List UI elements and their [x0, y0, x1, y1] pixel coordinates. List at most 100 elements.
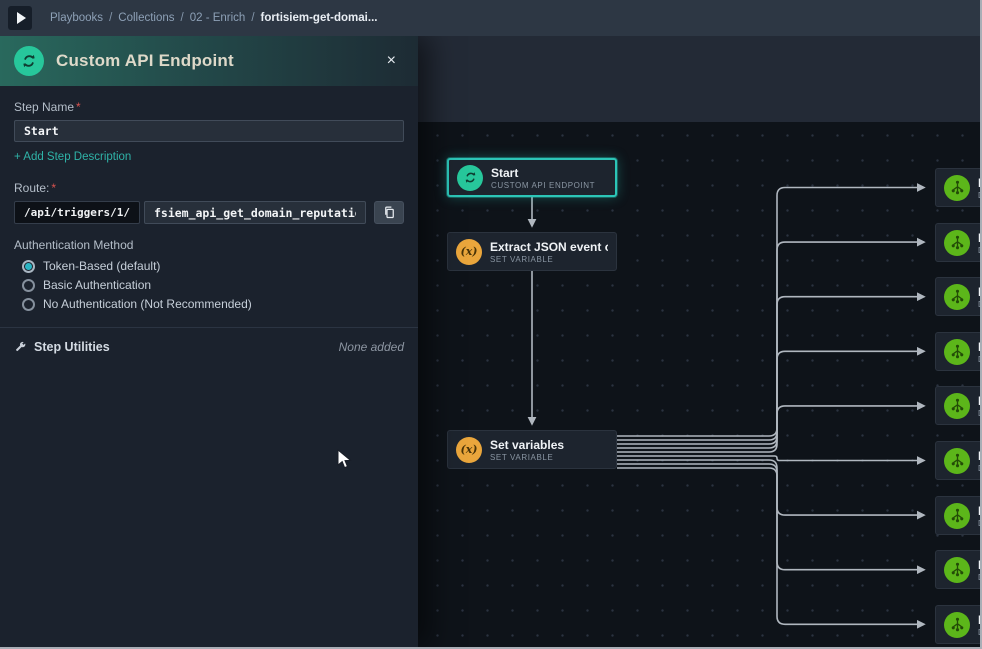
node-title: If	[978, 558, 980, 573]
topbar: Playbooks / Collections / 02 - Enrich / …	[0, 0, 980, 36]
decision-icon	[944, 339, 970, 365]
decision-node[interactable]: IfDECISION	[935, 277, 980, 316]
set-variable-icon: (x)	[456, 239, 482, 265]
play-icon	[17, 12, 26, 24]
node-text: IfDECISION	[978, 613, 980, 637]
route-input[interactable]	[144, 201, 366, 224]
breadcrumb-item-playbooks[interactable]: Playbooks	[50, 12, 103, 24]
decision-icon	[944, 393, 970, 419]
breadcrumb-separator: /	[181, 12, 184, 24]
panel-title: Custom API Endpoint	[56, 51, 379, 71]
api-endpoint-icon	[457, 165, 483, 191]
node-title: If	[978, 613, 980, 628]
decision-node[interactable]: IfDECISION	[935, 386, 980, 425]
copy-route-button[interactable]	[374, 201, 404, 224]
decision-icon	[944, 557, 970, 583]
close-button[interactable]: ×	[379, 49, 404, 73]
set-variable-icon: (x)	[456, 437, 482, 463]
decision-node[interactable]: IfDECISION	[935, 441, 980, 480]
node-text: IfDECISION	[978, 558, 980, 582]
decision-icon	[944, 230, 970, 256]
api-endpoint-icon	[14, 46, 44, 76]
breadcrumb-separator: /	[109, 12, 112, 24]
radio-basic-auth[interactable]: Basic Authentication	[22, 278, 404, 292]
step-config-panel: Custom API Endpoint × Step Name* + Add S…	[0, 36, 418, 647]
panel-header: Custom API Endpoint ×	[0, 36, 418, 86]
breadcrumb: Playbooks / Collections / 02 - Enrich / …	[50, 12, 377, 24]
breadcrumb-separator: /	[251, 12, 254, 24]
node-subtitle: DECISION	[978, 246, 980, 255]
node-set-variables[interactable]: (x) Set variables SET VARIABLE	[447, 430, 617, 469]
radio-token-based[interactable]: Token-Based (default)	[22, 259, 404, 273]
decision-node[interactable]: IfDECISION	[935, 168, 980, 207]
decision-node[interactable]: IfDECISION	[935, 332, 980, 371]
node-title: Start	[491, 166, 595, 181]
node-subtitle: DECISION	[978, 464, 980, 473]
node-text: IfDECISION	[978, 394, 980, 418]
decision-node[interactable]: IfDECISION	[935, 550, 980, 589]
required-asterisk: *	[51, 181, 56, 195]
decision-node[interactable]: IfDECISION	[935, 605, 980, 644]
radio-label: Token-Based (default)	[43, 259, 160, 273]
decision-icon	[944, 612, 970, 638]
radio-label: Basic Authentication	[43, 278, 151, 292]
step-utilities-status: None added	[339, 340, 404, 354]
playbook-canvas[interactable]: Start CUSTOM API ENDPOINT (x) Extract JS…	[418, 36, 980, 647]
copy-icon	[382, 205, 397, 220]
decision-node[interactable]: IfDECISION	[935, 496, 980, 535]
node-text: IfDECISION	[978, 231, 980, 255]
node-subtitle: DECISION	[978, 409, 980, 418]
required-asterisk: *	[76, 100, 81, 114]
breadcrumb-item-collection-name[interactable]: 02 - Enrich	[190, 12, 246, 24]
node-title: Extract JSON event or inc...	[490, 240, 608, 255]
node-title: Set variables	[490, 438, 564, 453]
node-title: If	[978, 285, 980, 300]
decision-node[interactable]: IfDECISION	[935, 223, 980, 262]
node-title: If	[978, 340, 980, 355]
node-title: If	[978, 176, 980, 191]
node-title: If	[978, 449, 980, 464]
node-text: Start CUSTOM API ENDPOINT	[491, 166, 595, 190]
node-text: IfDECISION	[978, 176, 980, 200]
node-title: If	[978, 394, 980, 409]
node-text: IfDECISION	[978, 449, 980, 473]
canvas-top-band	[418, 36, 980, 122]
route-label: Route:*	[14, 181, 404, 195]
node-subtitle: SET VARIABLE	[490, 453, 564, 462]
decision-icon	[944, 503, 970, 529]
decision-icon	[944, 175, 970, 201]
route-prefix: /api/triggers/1/	[14, 201, 140, 224]
node-text: IfDECISION	[978, 285, 980, 309]
route-label-text: Route:	[14, 181, 49, 195]
node-subtitle: DECISION	[978, 573, 980, 582]
decision-icon	[944, 448, 970, 474]
step-utilities-row[interactable]: Step Utilities None added	[14, 340, 404, 354]
node-subtitle: DECISION	[978, 519, 980, 528]
radio-label: No Authentication (Not Recommended)	[43, 297, 252, 311]
decision-icon	[944, 284, 970, 310]
radio-no-auth[interactable]: No Authentication (Not Recommended)	[22, 297, 404, 311]
route-row: /api/triggers/1/	[14, 201, 404, 224]
node-subtitle: DECISION	[978, 191, 980, 200]
auth-method-label: Authentication Method	[14, 238, 404, 252]
node-text: Set variables SET VARIABLE	[490, 438, 564, 462]
node-extract-json[interactable]: (x) Extract JSON event or inc... SET VAR…	[447, 232, 617, 271]
add-step-description-link[interactable]: + Add Step Description	[14, 151, 131, 163]
step-name-label-text: Step Name	[14, 100, 74, 114]
step-name-input[interactable]	[14, 120, 404, 142]
panel-body: Step Name* + Add Step Description Route:…	[0, 86, 418, 354]
node-start[interactable]: Start CUSTOM API ENDPOINT	[447, 158, 617, 197]
radio-selected-icon	[22, 260, 35, 273]
node-subtitle: DECISION	[978, 628, 980, 637]
node-text: IfDECISION	[978, 504, 980, 528]
step-name-label: Step Name*	[14, 100, 404, 114]
node-subtitle: CUSTOM API ENDPOINT	[491, 181, 595, 190]
node-title: If	[978, 231, 980, 246]
node-text: Extract JSON event or inc... SET VARIABL…	[490, 240, 608, 264]
step-utilities-label: Step Utilities	[34, 340, 339, 354]
run-playbook-button[interactable]	[8, 6, 32, 30]
app-window: Playbooks / Collections / 02 - Enrich / …	[0, 0, 982, 649]
wrench-icon	[14, 341, 27, 354]
breadcrumb-current-playbook[interactable]: fortisiem-get-domai...	[261, 12, 378, 24]
breadcrumb-item-collections[interactable]: Collections	[118, 12, 174, 24]
